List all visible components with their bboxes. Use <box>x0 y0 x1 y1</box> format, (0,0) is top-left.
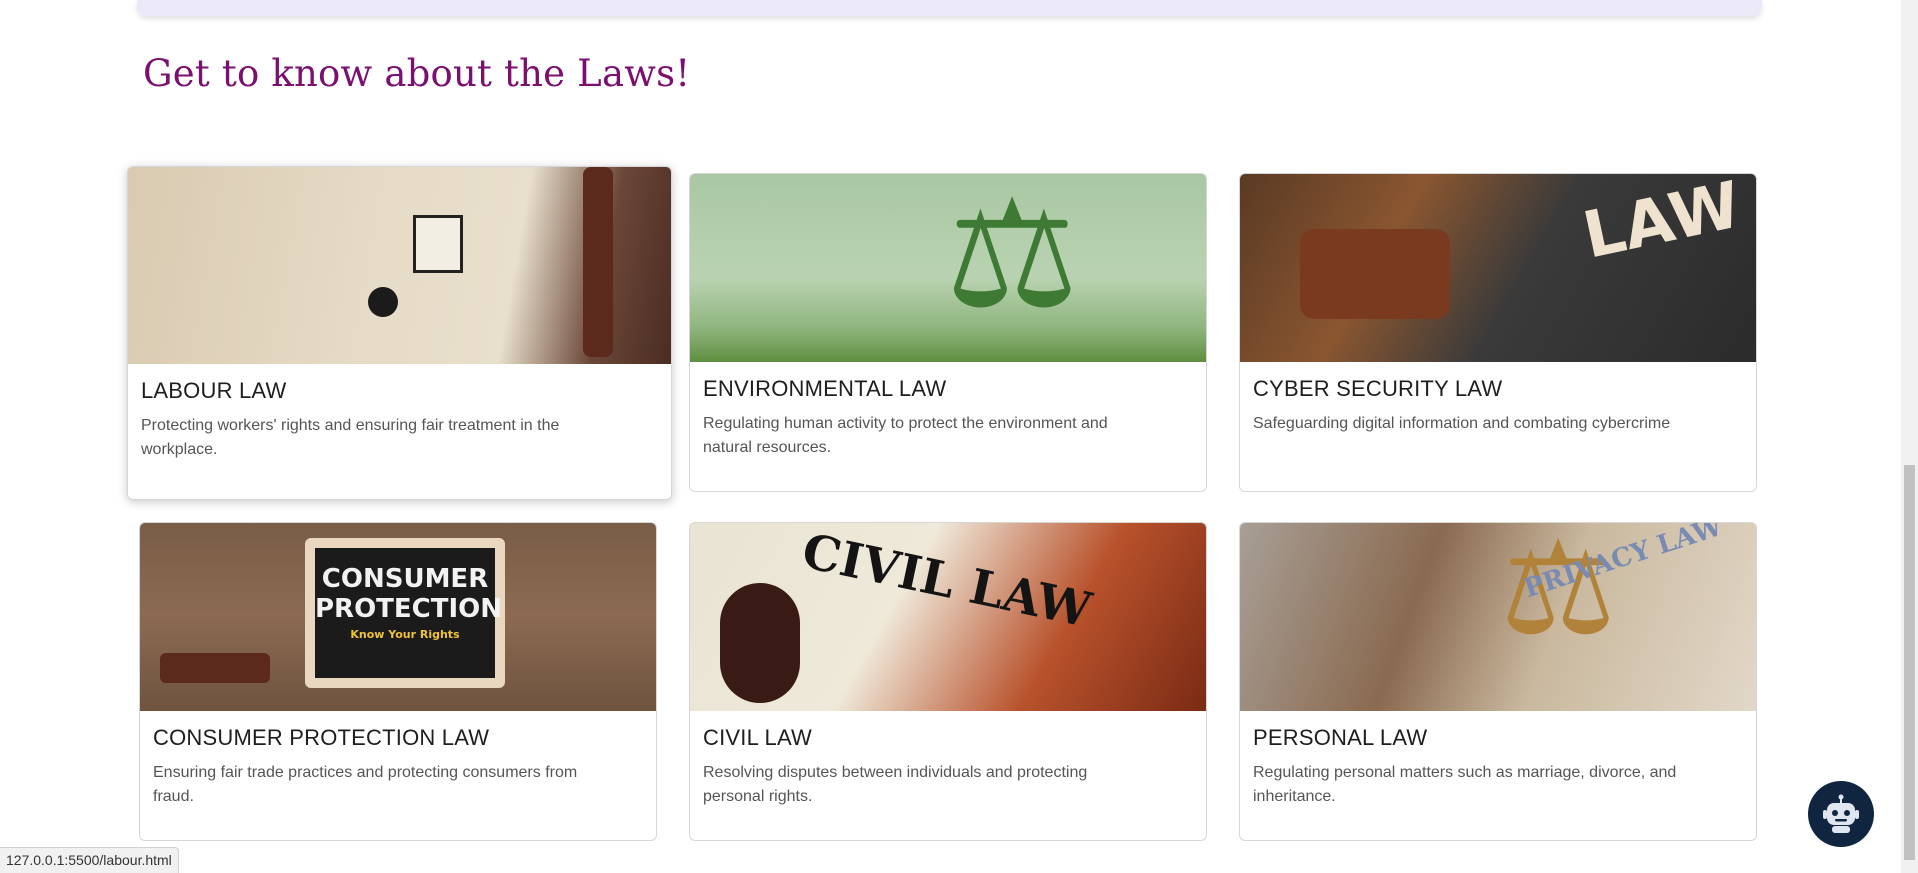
card-text: Protecting workers' rights and ensuring … <box>141 417 560 458</box>
scales-icon: ⚖ <box>945 174 1080 338</box>
cyber-law-image: LAW <box>1240 174 1756 362</box>
page-viewport: Get to know about the Laws! LABOUR LAW P… <box>0 0 1918 873</box>
robot-icon <box>1823 794 1859 833</box>
card-text: Regulating human activity to protect the… <box>703 415 1108 456</box>
chatbot-button[interactable] <box>1808 781 1874 847</box>
scrollbar-thumb[interactable] <box>1904 465 1915 860</box>
personal-law-image: ⚖ PRIVACY LAW <box>1240 523 1756 711</box>
civil-image-word: CIVIL LAW <box>797 523 1096 639</box>
environmental-law-image: ⚖ <box>690 174 1206 362</box>
previous-section-footer <box>137 0 1762 16</box>
card-body: CYBER SECURITY LAW Safeguarding digital … <box>1240 362 1756 491</box>
card-title: CYBER SECURITY LAW <box>1253 376 1503 401</box>
card-text: Ensuring fair trade practices and protec… <box>153 764 578 805</box>
civil-law-image: CIVIL LAW <box>690 523 1206 711</box>
card-title: CONSUMER PROTECTION LAW <box>153 725 490 750</box>
card-body: LABOUR LAW Protecting workers' rights an… <box>128 364 671 498</box>
document-icon <box>413 215 463 273</box>
card-title: CIVIL LAW <box>703 725 812 750</box>
consumer-law-image: CONSUMER PROTECTION Know Your Rights <box>140 523 656 711</box>
cyber-image-word: LAW <box>1577 174 1747 274</box>
card-title: ENVIRONMENTAL LAW <box>703 376 947 401</box>
law-card-consumer-protection[interactable]: CONSUMER PROTECTION Know Your Rights CON… <box>139 522 657 841</box>
vertical-scrollbar[interactable] <box>1901 0 1918 873</box>
card-body: ENVIRONMENTAL LAW Regulating human activ… <box>690 362 1206 491</box>
gavel-icon <box>720 583 800 703</box>
card-text: Regulating personal matters such as marr… <box>1253 764 1677 805</box>
person-icon <box>368 287 398 317</box>
law-card-environmental[interactable]: ⚖ ENVIRONMENTAL LAW Regulating human act… <box>689 173 1207 492</box>
chalkboard-sign: CONSUMER PROTECTION Know Your Rights <box>305 538 505 688</box>
chalkboard-line-1: CONSUMER <box>321 564 489 594</box>
chalkboard-line-2: PROTECTION <box>315 594 503 624</box>
law-card-civil[interactable]: CIVIL LAW CIVIL LAW Resolving disputes b… <box>689 522 1207 841</box>
card-body: CIVIL LAW Resolving disputes between ind… <box>690 711 1206 840</box>
card-text: Resolving disputes between individuals a… <box>703 764 1088 805</box>
gavel-icon <box>160 653 270 683</box>
law-card-cyber-security[interactable]: LAW CYBER SECURITY LAW Safeguarding digi… <box>1239 173 1757 492</box>
law-card-labour[interactable]: LABOUR LAW Protecting workers' rights an… <box>127 166 672 500</box>
gavel-icon <box>1300 229 1450 319</box>
labour-law-image <box>128 167 671 364</box>
card-body: PERSONAL LAW Regulating personal matters… <box>1240 711 1756 840</box>
card-text: Safeguarding digital information and com… <box>1253 415 1671 432</box>
chalkboard-line-3: Know Your Rights <box>350 628 460 641</box>
card-title: PERSONAL LAW <box>1253 725 1428 750</box>
status-bar-url: 127.0.0.1:5500/labour.html <box>0 847 179 873</box>
card-title: LABOUR LAW <box>141 378 287 403</box>
card-body: CONSUMER PROTECTION LAW Ensuring fair tr… <box>140 711 656 840</box>
section-title: Get to know about the Laws! <box>143 52 691 95</box>
law-card-personal[interactable]: ⚖ PRIVACY LAW PERSONAL LAW Regulating pe… <box>1239 522 1757 841</box>
gavel-handle-shape <box>583 167 613 357</box>
